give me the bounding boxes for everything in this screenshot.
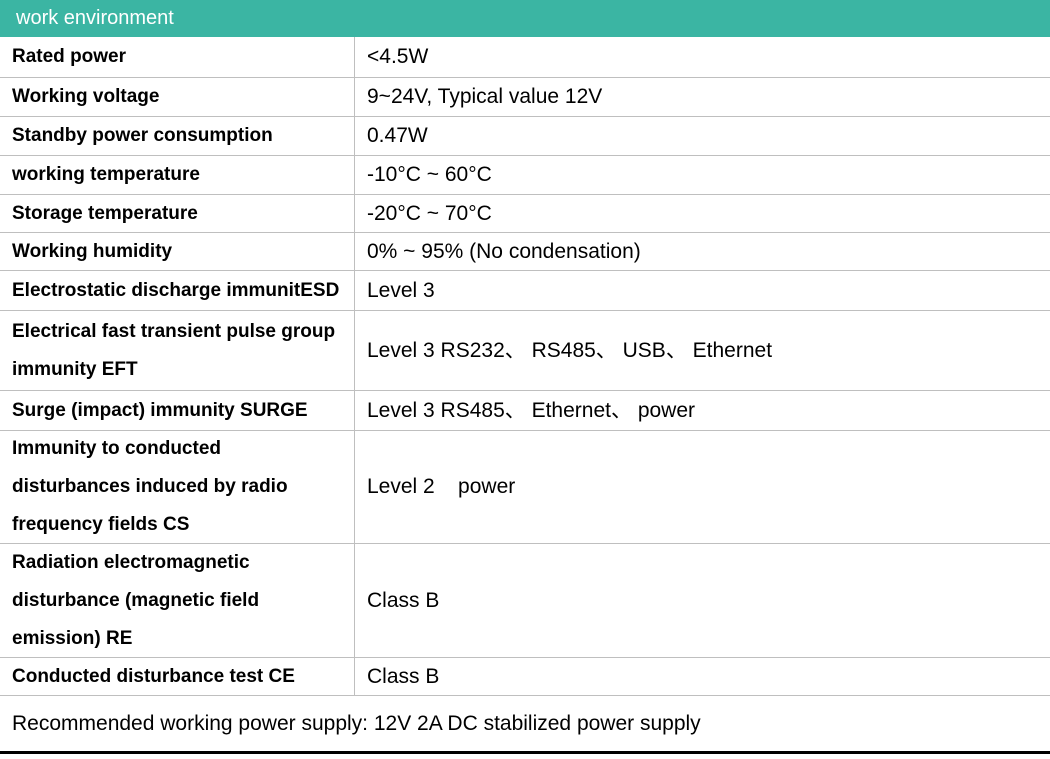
table-title: work environment [16,7,174,30]
table-row: Standby power consumption 0.47W [0,116,1050,155]
table-row: Radiation electromagnetic disturbance (m… [0,543,1050,657]
table-row: Storage temperature -20°C ~ 70°C [0,194,1050,232]
table-row: Working humidity 0% ~ 95% (No condensati… [0,232,1050,270]
spec-value: -20°C ~ 70°C [355,195,1050,232]
spec-value: Class B [355,544,1050,657]
spec-value: Level 3 [355,271,1050,310]
table-footer: Recommended working power supply: 12V 2A… [0,695,1050,754]
spec-label: Working humidity [0,233,355,270]
table-header-band: work environment [0,0,1050,37]
spec-label: Electrical fast transient pulse group im… [0,311,355,390]
table-row: working temperature -10°C ~ 60°C [0,155,1050,194]
spec-label: Immunity to conducted disturbances induc… [0,431,355,543]
table-row: Conducted disturbance test CE Class B [0,657,1050,695]
table-row: Working voltage 9~24V, Typical value 12V [0,77,1050,116]
spec-label: Surge (impact) immunity SURGE [0,391,355,430]
spec-label: working temperature [0,156,355,194]
spec-label: Storage temperature [0,195,355,232]
spec-label: Electrostatic discharge immunitESD [0,271,355,310]
spec-table-page: work environment Rated power <4.5W Worki… [0,0,1050,759]
spec-label: Rated power [0,37,355,77]
table-row: Rated power <4.5W [0,37,1050,77]
spec-value: <4.5W [355,37,1050,77]
spec-value: 0% ~ 95% (No condensation) [355,233,1050,270]
spec-value: Level 2 power [355,431,1050,543]
spec-value: -10°C ~ 60°C [355,156,1050,194]
spec-label: Conducted disturbance test CE [0,658,355,695]
table-row: Surge (impact) immunity SURGE Level 3 RS… [0,390,1050,430]
spec-label: Radiation electromagnetic disturbance (m… [0,544,355,657]
spec-label: Working voltage [0,78,355,116]
spec-label: Standby power consumption [0,117,355,155]
spec-value: 0.47W [355,117,1050,155]
spec-value: 9~24V, Typical value 12V [355,78,1050,116]
table-row: Electrical fast transient pulse group im… [0,310,1050,390]
table-row: Immunity to conducted disturbances induc… [0,430,1050,543]
spec-value: Level 3 RS485、 Ethernet、 power [355,391,1050,430]
table-row: Electrostatic discharge immunitESD Level… [0,270,1050,310]
spec-value: Level 3 RS232、 RS485、 USB、 Ethernet [355,311,1050,390]
footer-note: Recommended working power supply: 12V 2A… [12,712,701,736]
spec-value: Class B [355,658,1050,695]
